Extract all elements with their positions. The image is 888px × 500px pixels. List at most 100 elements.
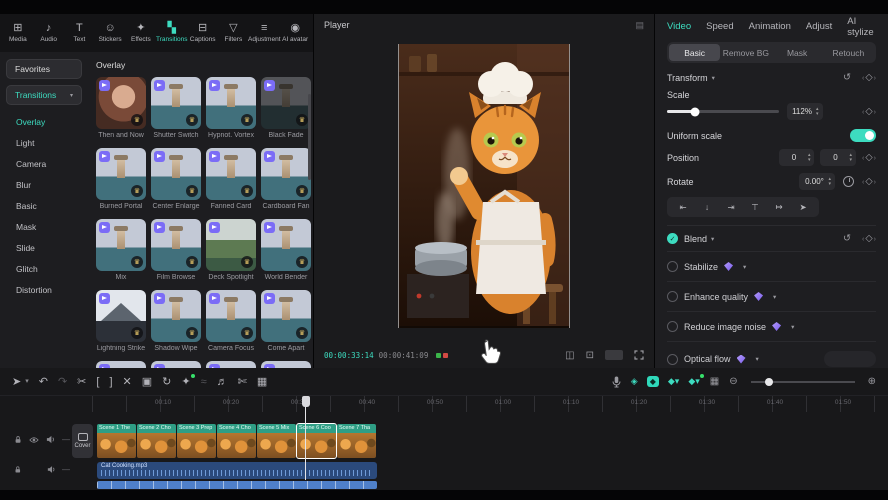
inspector-tab[interactable]: AI stylize: [847, 16, 876, 38]
asset-toolbar-item[interactable]: ≡ Adjustment: [249, 23, 279, 43]
keyframe-icon[interactable]: ◇: [862, 106, 876, 117]
sidebar-category[interactable]: Glitch: [6, 258, 82, 279]
video-clip[interactable]: Scene 5 Mix: [257, 424, 296, 458]
track-collapse-handle[interactable]: —: [62, 435, 70, 444]
video-clip[interactable]: Scene 4 Cho: [217, 424, 256, 458]
transition-card[interactable]: ♛ Film Browse: [151, 219, 201, 283]
eye-icon[interactable]: [29, 436, 39, 444]
chevron-down-icon[interactable]: ▾: [743, 263, 746, 271]
transition-card[interactable]: ♛ Hypnot. Vortex: [206, 77, 256, 141]
feature-checkbox[interactable]: [667, 321, 678, 332]
transition-card[interactable]: ♛: [206, 361, 256, 368]
timeline-tool-icon[interactable]: ▣: [142, 376, 152, 388]
inspector-tab[interactable]: Speed: [706, 21, 733, 32]
timeline-tool-icon[interactable]: ]: [109, 376, 112, 388]
chevron-down-icon[interactable]: ▾: [791, 323, 794, 331]
gallery-scrollbar[interactable]: [308, 94, 311, 180]
transition-card[interactable]: ♛ Then and Now: [96, 77, 146, 141]
timeline-toggle-chip[interactable]: ◆▾: [668, 376, 679, 387]
asset-toolbar-item[interactable]: ⊞ Media: [3, 23, 33, 43]
keyframe-icon[interactable]: ◇: [862, 233, 876, 244]
zoom-in-icon[interactable]: ⊕: [868, 376, 876, 387]
rotate-stepper[interactable]: ▴▾: [828, 177, 831, 186]
video-clip[interactable]: Scene 3 Prep: [177, 424, 216, 458]
inspector-tab[interactable]: Animation: [749, 21, 791, 32]
timeline-zoom-slider[interactable]: [751, 381, 855, 383]
playhead[interactable]: [305, 396, 306, 480]
scale-value-box[interactable]: 112% ▴▾: [787, 103, 823, 120]
feature-checkbox[interactable]: [667, 261, 678, 272]
feature-checkbox[interactable]: [667, 354, 678, 365]
asset-toolbar-item[interactable]: T Text: [65, 23, 95, 43]
audio-clip[interactable]: Cat Cooking.mp3: [97, 462, 377, 479]
alignment-icon[interactable]: ➤: [791, 202, 815, 213]
chevron-down-icon[interactable]: ▾: [773, 293, 776, 301]
alignment-icon[interactable]: ⊤: [743, 202, 767, 213]
transition-card[interactable]: ♛ World Bender: [261, 219, 311, 283]
aspect-ratio-icon[interactable]: ◫: [565, 350, 574, 361]
transition-card[interactable]: ♛ Center Enlarge: [151, 148, 201, 212]
favorites-button[interactable]: Favorites: [6, 59, 82, 79]
timeline-ruler[interactable]: 00:1000:2000:3000:4000:5001:0001:1001:20…: [92, 396, 888, 412]
reset-icon[interactable]: ↺: [843, 233, 851, 244]
blend-checkbox[interactable]: ✓: [667, 233, 678, 244]
inspector-subtab[interactable]: Remove BG: [720, 44, 771, 61]
uniform-scale-toggle[interactable]: [850, 129, 876, 142]
timeline-tool-icon[interactable]: ✕: [123, 376, 132, 388]
alignment-icon[interactable]: ↓: [695, 202, 719, 212]
timeline-toggle-chip[interactable]: ◆: [647, 376, 659, 387]
alignment-icon[interactable]: ⇤: [671, 202, 695, 213]
timeline-toggle-chip[interactable]: ◆▾: [688, 376, 699, 387]
transition-card[interactable]: ♛ Shadow Wipe: [151, 290, 201, 354]
video-clip[interactable]: Scene 2 Cho: [137, 424, 176, 458]
transition-card[interactable]: ♛ Camera Focus: [206, 290, 256, 354]
transition-card[interactable]: ♛ Deck Spotlight: [206, 219, 256, 283]
timeline-tool-icon[interactable]: ➤: [12, 376, 21, 388]
transition-card[interactable]: ♛ Fanned Card: [206, 148, 256, 212]
position-x-stepper[interactable]: ▴▾: [808, 153, 811, 162]
timeline-tool-icon[interactable]: ↻: [162, 376, 171, 388]
alignment-icon[interactable]: ⇥: [719, 202, 743, 213]
player-menu-icon[interactable]: ▤: [635, 20, 644, 31]
sidebar-category[interactable]: Light: [6, 132, 82, 153]
sidebar-category[interactable]: Camera: [6, 153, 82, 174]
video-clip[interactable]: Scene 1 The: [97, 424, 136, 458]
asset-toolbar-item[interactable]: ⊟ Captions: [188, 23, 218, 43]
preview-window-icon[interactable]: ▦: [710, 376, 719, 387]
asset-toolbar-item[interactable]: ◉ AI avatar: [280, 23, 310, 43]
scale-stepper[interactable]: ▴▾: [816, 107, 819, 116]
inspector-subtab[interactable]: Basic: [669, 44, 720, 61]
inspector-subtab[interactable]: Mask: [772, 44, 823, 61]
position-y-box[interactable]: 0 ▴▾: [820, 149, 856, 166]
mic-icon[interactable]: [612, 376, 621, 388]
timeline-tool-icon[interactable]: ↷: [58, 376, 67, 388]
sidebar-category[interactable]: Mask: [6, 216, 82, 237]
cover-button[interactable]: Cover: [72, 424, 93, 458]
speaker-icon[interactable]: [46, 435, 55, 444]
timeline-tool-icon[interactable]: [: [96, 376, 99, 388]
scale-slider[interactable]: [667, 110, 779, 113]
inspector-tab[interactable]: Video: [667, 21, 691, 32]
transition-card[interactable]: ♛ Shutter Switch: [151, 77, 201, 141]
sidebar-category[interactable]: Overlay: [6, 111, 82, 132]
timeline-tool-icon[interactable]: ↶: [39, 376, 48, 388]
beat-marker-track[interactable]: [97, 481, 377, 489]
keyframe-icon[interactable]: ◇: [862, 176, 876, 187]
video-clip[interactable]: Scene 7 Tha: [337, 424, 376, 458]
keyframe-icon[interactable]: ◇: [862, 72, 876, 83]
position-y-stepper[interactable]: ▴▾: [849, 153, 852, 162]
inspector-subtab[interactable]: Retouch: [823, 44, 874, 61]
transitions-group-button[interactable]: Transitions ▾: [6, 85, 82, 105]
video-preview[interactable]: [398, 44, 570, 328]
transition-card[interactable]: ♛ Black Fade: [261, 77, 311, 141]
sidebar-category[interactable]: Slide: [6, 237, 82, 258]
timeline-tool-icon[interactable]: ✂: [77, 376, 86, 388]
transition-card[interactable]: ♛ Mix: [96, 219, 146, 283]
timeline-tool-icon[interactable]: ♬: [217, 376, 228, 388]
timeline-tool-icon[interactable]: ✦: [181, 376, 190, 388]
timeline-tool-icon[interactable]: ✄: [238, 376, 247, 388]
track-collapse-handle[interactable]: —: [62, 465, 70, 474]
position-x-box[interactable]: 0 ▴▾: [779, 149, 815, 166]
chevron-down-icon[interactable]: ▾: [756, 355, 759, 363]
alignment-icon[interactable]: ↦: [767, 202, 791, 213]
